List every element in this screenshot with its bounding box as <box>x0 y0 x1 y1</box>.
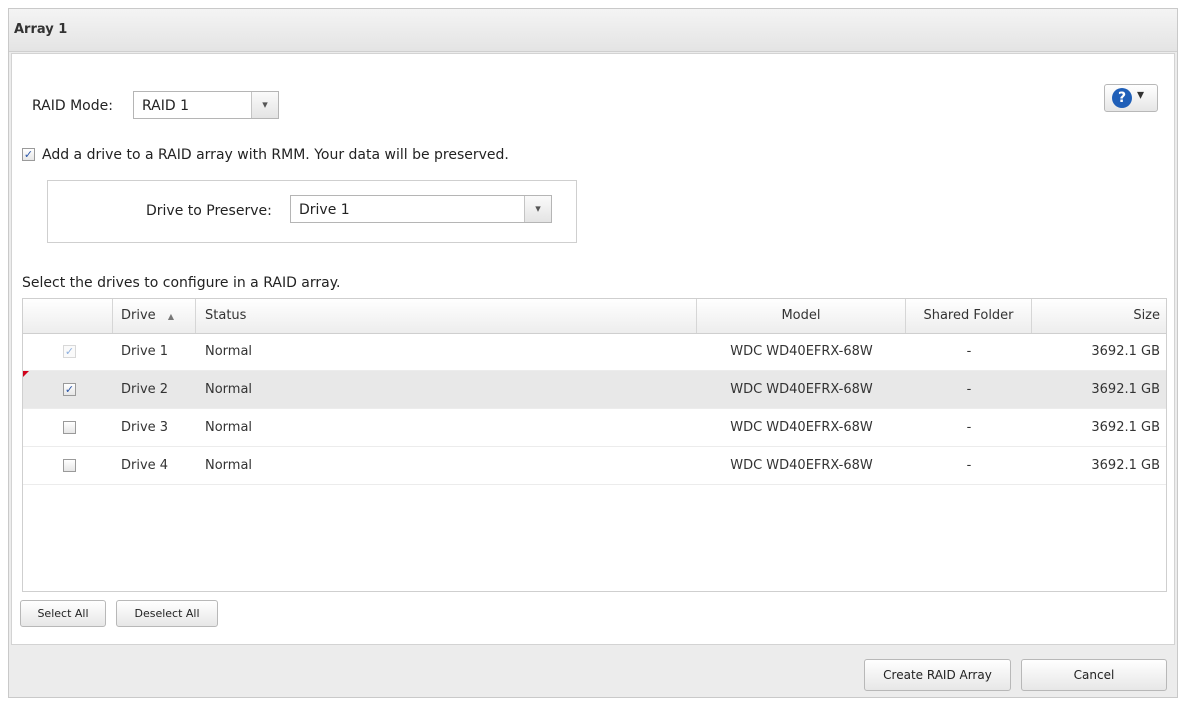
cell-drive: Drive 4 <box>121 458 169 473</box>
cell-model: WDC WD40EFRX-68W <box>730 344 873 359</box>
row-checkbox[interactable]: ✓ <box>63 383 76 396</box>
header-size[interactable]: Size <box>1032 299 1166 333</box>
cell-size: 3692.1 GB <box>1091 420 1160 435</box>
raid-mode-select[interactable]: RAID 1 ▾ <box>133 91 279 119</box>
cell-drive: Drive 2 <box>121 382 169 397</box>
cell-status: Normal <box>205 382 253 397</box>
chevron-down-icon[interactable]: ▾ <box>251 92 278 118</box>
header-shared-folder[interactable]: Shared Folder <box>906 299 1032 333</box>
row-checkbox[interactable] <box>63 459 76 472</box>
cell-shared-folder: - <box>966 382 972 397</box>
header-model[interactable]: Model <box>697 299 906 333</box>
cell-size: 3692.1 GB <box>1091 458 1160 473</box>
cell-size: 3692.1 GB <box>1091 344 1160 359</box>
cell-shared-folder: - <box>966 458 972 473</box>
preserve-value: Drive 1 <box>299 202 350 218</box>
cell-model: WDC WD40EFRX-68W <box>730 458 873 473</box>
table-row[interactable]: Drive 4 Normal WDC WD40EFRX-68W - 3692.1… <box>23 447 1166 485</box>
row-checkbox[interactable] <box>63 421 76 434</box>
select-all-button[interactable]: Select All <box>20 600 106 627</box>
raid-mode-label: RAID Mode: <box>32 98 113 114</box>
cell-size: 3692.1 GB <box>1091 382 1160 397</box>
cancel-button[interactable]: Cancel <box>1021 659 1167 691</box>
table-row[interactable]: ✓ Drive 2 Normal WDC WD40EFRX-68W - 3692… <box>23 371 1166 409</box>
help-button[interactable]: ? ▾ <box>1104 84 1158 112</box>
header-drive[interactable]: Drive ▲ <box>113 299 196 333</box>
header-status[interactable]: Status <box>196 299 697 333</box>
deselect-all-button[interactable]: Deselect All <box>116 600 218 627</box>
preserve-label: Drive to Preserve: <box>146 203 272 219</box>
cell-drive: Drive 1 <box>121 344 169 359</box>
table-row[interactable]: Drive 3 Normal WDC WD40EFRX-68W - 3692.1… <box>23 409 1166 447</box>
instruction-text: Select the drives to configure in a RAID… <box>22 275 341 291</box>
help-icon: ? <box>1112 88 1132 108</box>
rmm-label: Add a drive to a RAID array with RMM. Yo… <box>42 147 509 163</box>
header-drive-label: Drive <box>121 308 156 323</box>
dirty-flag-icon <box>23 371 29 377</box>
table-row[interactable]: ✓ Drive 1 Normal WDC WD40EFRX-68W - 3692… <box>23 333 1166 371</box>
chevron-down-icon: ▾ <box>1137 87 1145 103</box>
cell-model: WDC WD40EFRX-68W <box>730 382 873 397</box>
create-raid-array-button[interactable]: Create RAID Array <box>864 659 1011 691</box>
grid-header: Drive ▲ Status Model Shared Folder Size <box>23 299 1166 334</box>
window-titlebar: Array 1 <box>9 9 1177 52</box>
cell-model: WDC WD40EFRX-68W <box>730 420 873 435</box>
raid-mode-value: RAID 1 <box>142 98 190 114</box>
cell-shared-folder: - <box>966 420 972 435</box>
preserve-select[interactable]: Drive 1 ▾ <box>290 195 552 223</box>
header-select-column[interactable] <box>23 299 113 333</box>
drives-grid: Drive ▲ Status Model Shared Folder Size … <box>22 298 1167 592</box>
window-title: Array 1 <box>14 22 68 37</box>
cell-drive: Drive 3 <box>121 420 169 435</box>
cell-status: Normal <box>205 344 253 359</box>
cell-status: Normal <box>205 420 253 435</box>
sort-ascending-icon: ▲ <box>167 312 174 321</box>
rmm-checkbox[interactable]: ✓ <box>22 148 35 161</box>
cell-status: Normal <box>205 458 253 473</box>
chevron-down-icon[interactable]: ▾ <box>524 196 551 222</box>
row-checkbox[interactable]: ✓ <box>63 345 76 358</box>
cell-shared-folder: - <box>966 344 972 359</box>
